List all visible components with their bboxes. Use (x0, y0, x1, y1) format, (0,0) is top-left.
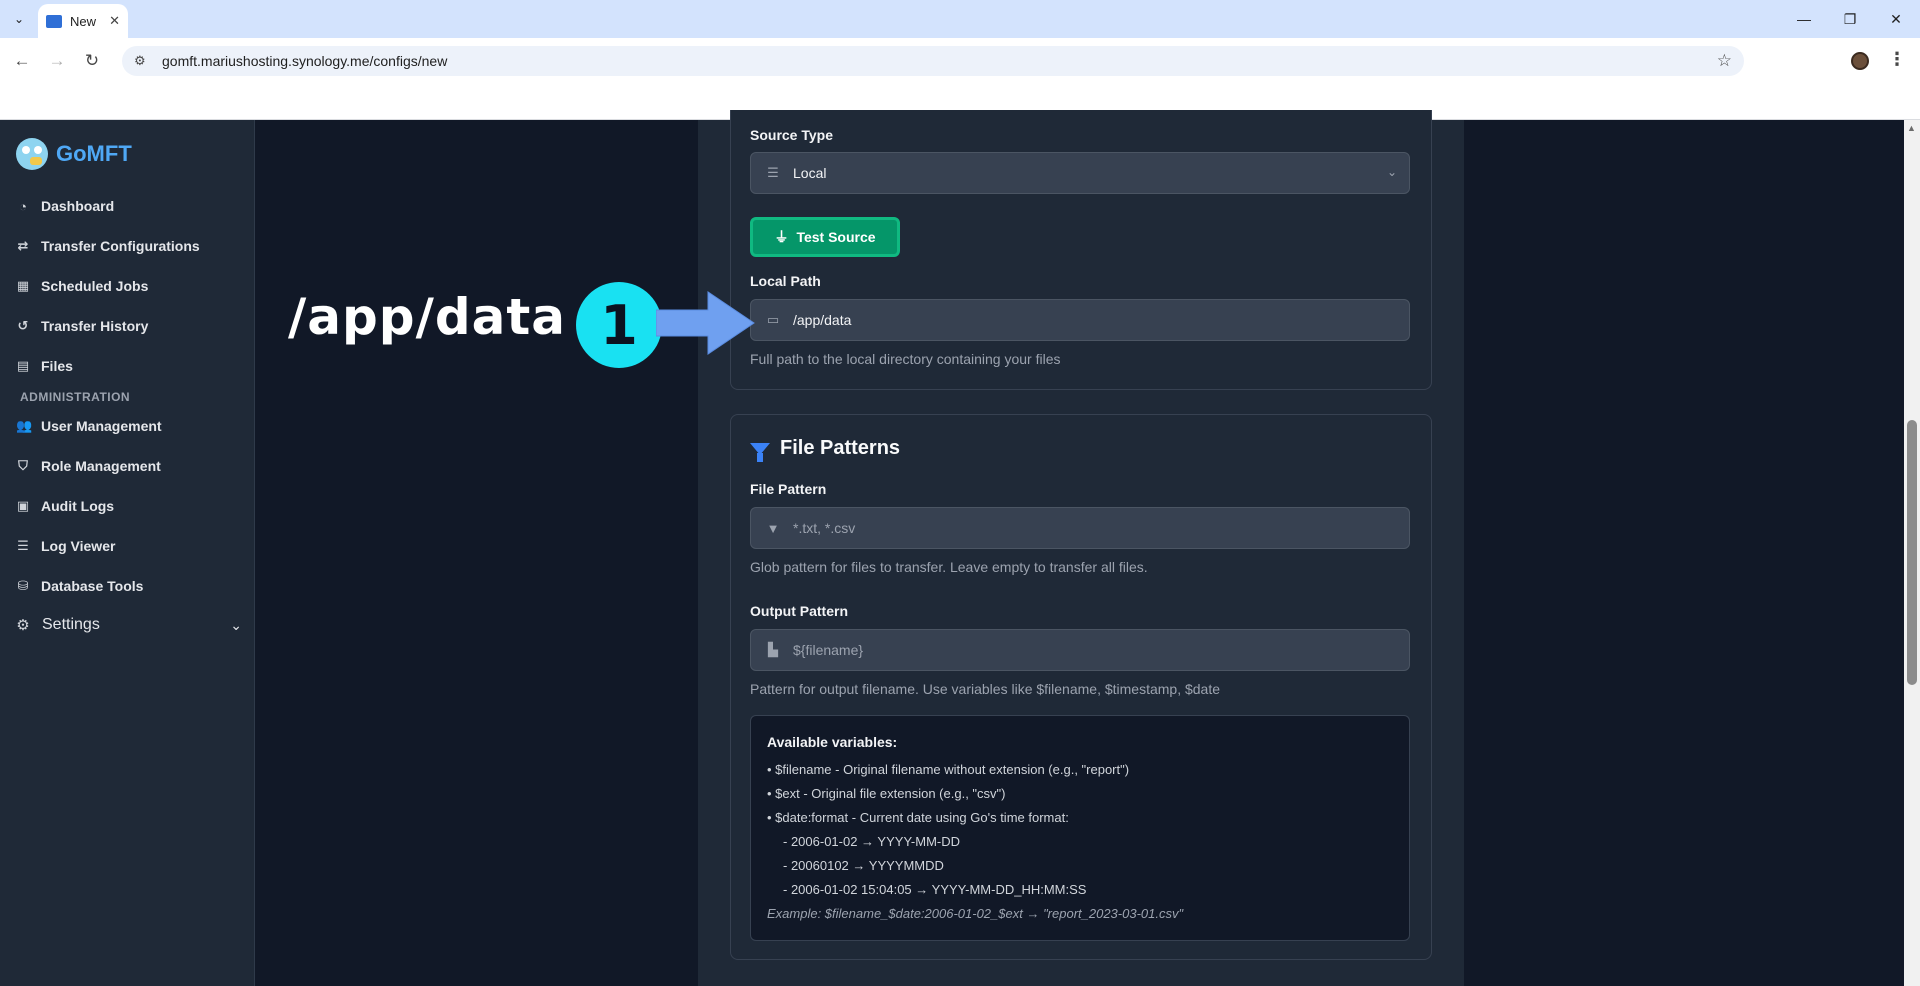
file-pattern-placeholder: *.txt, *.csv (793, 520, 856, 536)
filter-icon (750, 442, 770, 462)
sidebar-item-label: Scheduled Jobs (41, 278, 149, 294)
calendar-icon: ▦ (16, 278, 30, 293)
scroll-up-icon[interactable]: ▲ (1907, 123, 1916, 133)
sidebar: GoMFT ◔ Dashboard ⇄ Transfer Configurati… (0, 120, 255, 986)
file-pattern-help: Glob pattern for files to transfer. Leav… (750, 559, 1148, 575)
exchange-icon: ⇄ (17, 238, 29, 253)
chevron-down-icon[interactable]: ⌄ (230, 617, 242, 634)
gear-icon: ⚙ (16, 617, 30, 634)
sidebar-item-files[interactable]: ▤ Files (16, 358, 73, 374)
gopher-logo-icon (16, 138, 48, 170)
server-icon: ☰ (767, 165, 779, 180)
minimize-icon[interactable]: — (1790, 6, 1818, 32)
file-patterns-heading: File Patterns (750, 437, 901, 462)
back-arrow-icon[interactable]: ← (10, 49, 34, 73)
file-pattern-input[interactable]: ▼ *.txt, *.csv (750, 507, 1410, 549)
sidebar-item-transfer-history[interactable]: ↺ Transfer History (16, 318, 149, 334)
test-source-button[interactable]: ⏚ Test Source (750, 217, 900, 257)
source-type-value: Local (793, 165, 827, 181)
test-source-label: Test Source (796, 229, 876, 245)
users-icon: 👥 (16, 418, 33, 433)
variable-format-line: - 2006-01-02 → YYYY-MM-DD (783, 834, 961, 849)
output-pattern-help: Pattern for output filename. Use variabl… (750, 681, 1221, 697)
annotation-step-badge: 1 (576, 282, 662, 368)
tab-close-icon[interactable]: ✕ (109, 13, 120, 29)
sidebar-item-database-tools[interactable]: ⛁ Database Tools (16, 578, 144, 594)
local-path-value: /app/data (793, 312, 852, 328)
variable-format-line: - 20060102 → YYYYMMDD (783, 858, 944, 873)
database-icon: ⛁ (17, 578, 29, 593)
user-shield-icon: ⛉ (18, 458, 28, 473)
available-variables-box: Available variables: • $filename - Origi… (750, 715, 1410, 941)
file-patterns-title: File Patterns (780, 437, 901, 459)
variables-title: Available variables: (767, 734, 898, 750)
url-text[interactable]: gomft.mariushosting.synology.me/configs/… (162, 53, 447, 69)
sidebar-item-label: Log Viewer (41, 538, 116, 554)
site-info-icon[interactable]: ⚙ (134, 53, 156, 69)
source-type-select[interactable]: ☰ Local ⌄ (750, 152, 1410, 194)
filter-icon: ▼ (766, 520, 780, 536)
variable-line: • $date:format - Current date using Go's… (767, 810, 1069, 825)
local-path-input[interactable]: ▭ /app/data (750, 299, 1410, 341)
browser-tab[interactable]: New ✕ (38, 4, 128, 38)
pie-chart-icon: ◔ (19, 198, 27, 214)
sidebar-item-label: Transfer Configurations (41, 238, 200, 254)
sidebar-item-settings[interactable]: ⚙ Settings ⌄ (16, 616, 242, 634)
sidebar-item-label: Audit Logs (41, 498, 115, 514)
sidebar-item-label: Transfer History (41, 318, 149, 334)
annotation-path-text: /app/data (288, 288, 567, 346)
list-icon: ☰ (17, 538, 29, 553)
sidebar-item-transfer-configurations[interactable]: ⇄ Transfer Configurations (16, 238, 200, 254)
bookmark-star-icon[interactable]: ☆ (1717, 51, 1732, 71)
sidebar-item-log-viewer[interactable]: ☰ Log Viewer (16, 538, 115, 554)
variable-format-line: - 2006-01-02 15:04:05 → YYYY-MM-DD_HH:MM… (783, 882, 1087, 897)
profile-avatar[interactable] (1851, 52, 1869, 70)
brand[interactable]: GoMFT (16, 138, 132, 170)
annotation-arrow-icon (656, 291, 755, 355)
clipboard-icon: ▣ (16, 498, 30, 513)
folder-open-icon: ▭ (766, 312, 780, 327)
sidebar-item-scheduled-jobs[interactable]: ▦ Scheduled Jobs (16, 278, 149, 294)
chevron-down-icon: ⌄ (1386, 165, 1397, 179)
variables-example: Example: $filename_$date:2006-01-02_$ext… (767, 906, 1184, 921)
sidebar-item-dashboard[interactable]: ◔ Dashboard (16, 198, 114, 214)
sidebar-item-label: Dashboard (41, 198, 115, 214)
output-pattern-label: Output Pattern (750, 603, 848, 619)
sidebar-item-audit-logs[interactable]: ▣ Audit Logs (16, 498, 114, 514)
file-icon: ▤ (16, 358, 30, 373)
variable-line: • $filename - Original filename without … (767, 762, 1130, 777)
sidebar-item-label: Settings (42, 616, 100, 633)
forward-arrow-icon[interactable]: → (45, 49, 69, 73)
sidebar-item-label: Role Management (41, 458, 161, 474)
sidebar-item-label: User Management (41, 418, 162, 434)
restore-icon[interactable]: ❐ (1836, 6, 1864, 32)
browser-tabstrip: ⌄ New ✕ — ❐ ✕ (0, 0, 1920, 38)
source-type-label: Source Type (750, 127, 833, 143)
plug-icon: ⏚ (774, 229, 789, 245)
address-bar[interactable]: ⚙ gomft.mariushosting.synology.me/config… (122, 46, 1744, 76)
window-close-icon[interactable]: ✕ (1882, 6, 1910, 32)
brand-name: GoMFT (56, 141, 132, 166)
tab-search-chevron-icon[interactable]: ⌄ (6, 7, 32, 31)
local-path-label: Local Path (750, 273, 821, 289)
sidebar-item-label: Files (41, 358, 73, 374)
output-pattern-placeholder: ${filename} (793, 642, 864, 658)
section-heading-administration: ADMINISTRATION (20, 390, 131, 404)
reload-icon[interactable]: ↻ (80, 49, 104, 73)
file-export-icon: ▙ (768, 642, 778, 657)
sidebar-item-role-management[interactable]: ⛉ Role Management (16, 458, 161, 474)
sidebar-item-label: Database Tools (41, 578, 144, 594)
browser-toolbar: ← → ↻ ⚙ gomft.mariushosting.synology.me/… (0, 38, 1920, 84)
sidebar-item-user-management[interactable]: 👥 User Management (16, 418, 162, 434)
variable-line: • $ext - Original file extension (e.g., … (767, 786, 1006, 801)
tab-title: New (70, 13, 97, 29)
file-pattern-label: File Pattern (750, 481, 827, 497)
history-icon: ↺ (17, 318, 29, 333)
scrollbar-thumb[interactable] (1907, 420, 1917, 685)
output-pattern-input[interactable]: ▙ ${filename} (750, 629, 1410, 671)
browser-menu-icon[interactable]: ⋮ (1888, 49, 1906, 70)
folder-favicon-icon (46, 14, 62, 28)
local-path-help: Full path to the local directory contain… (750, 351, 1061, 367)
